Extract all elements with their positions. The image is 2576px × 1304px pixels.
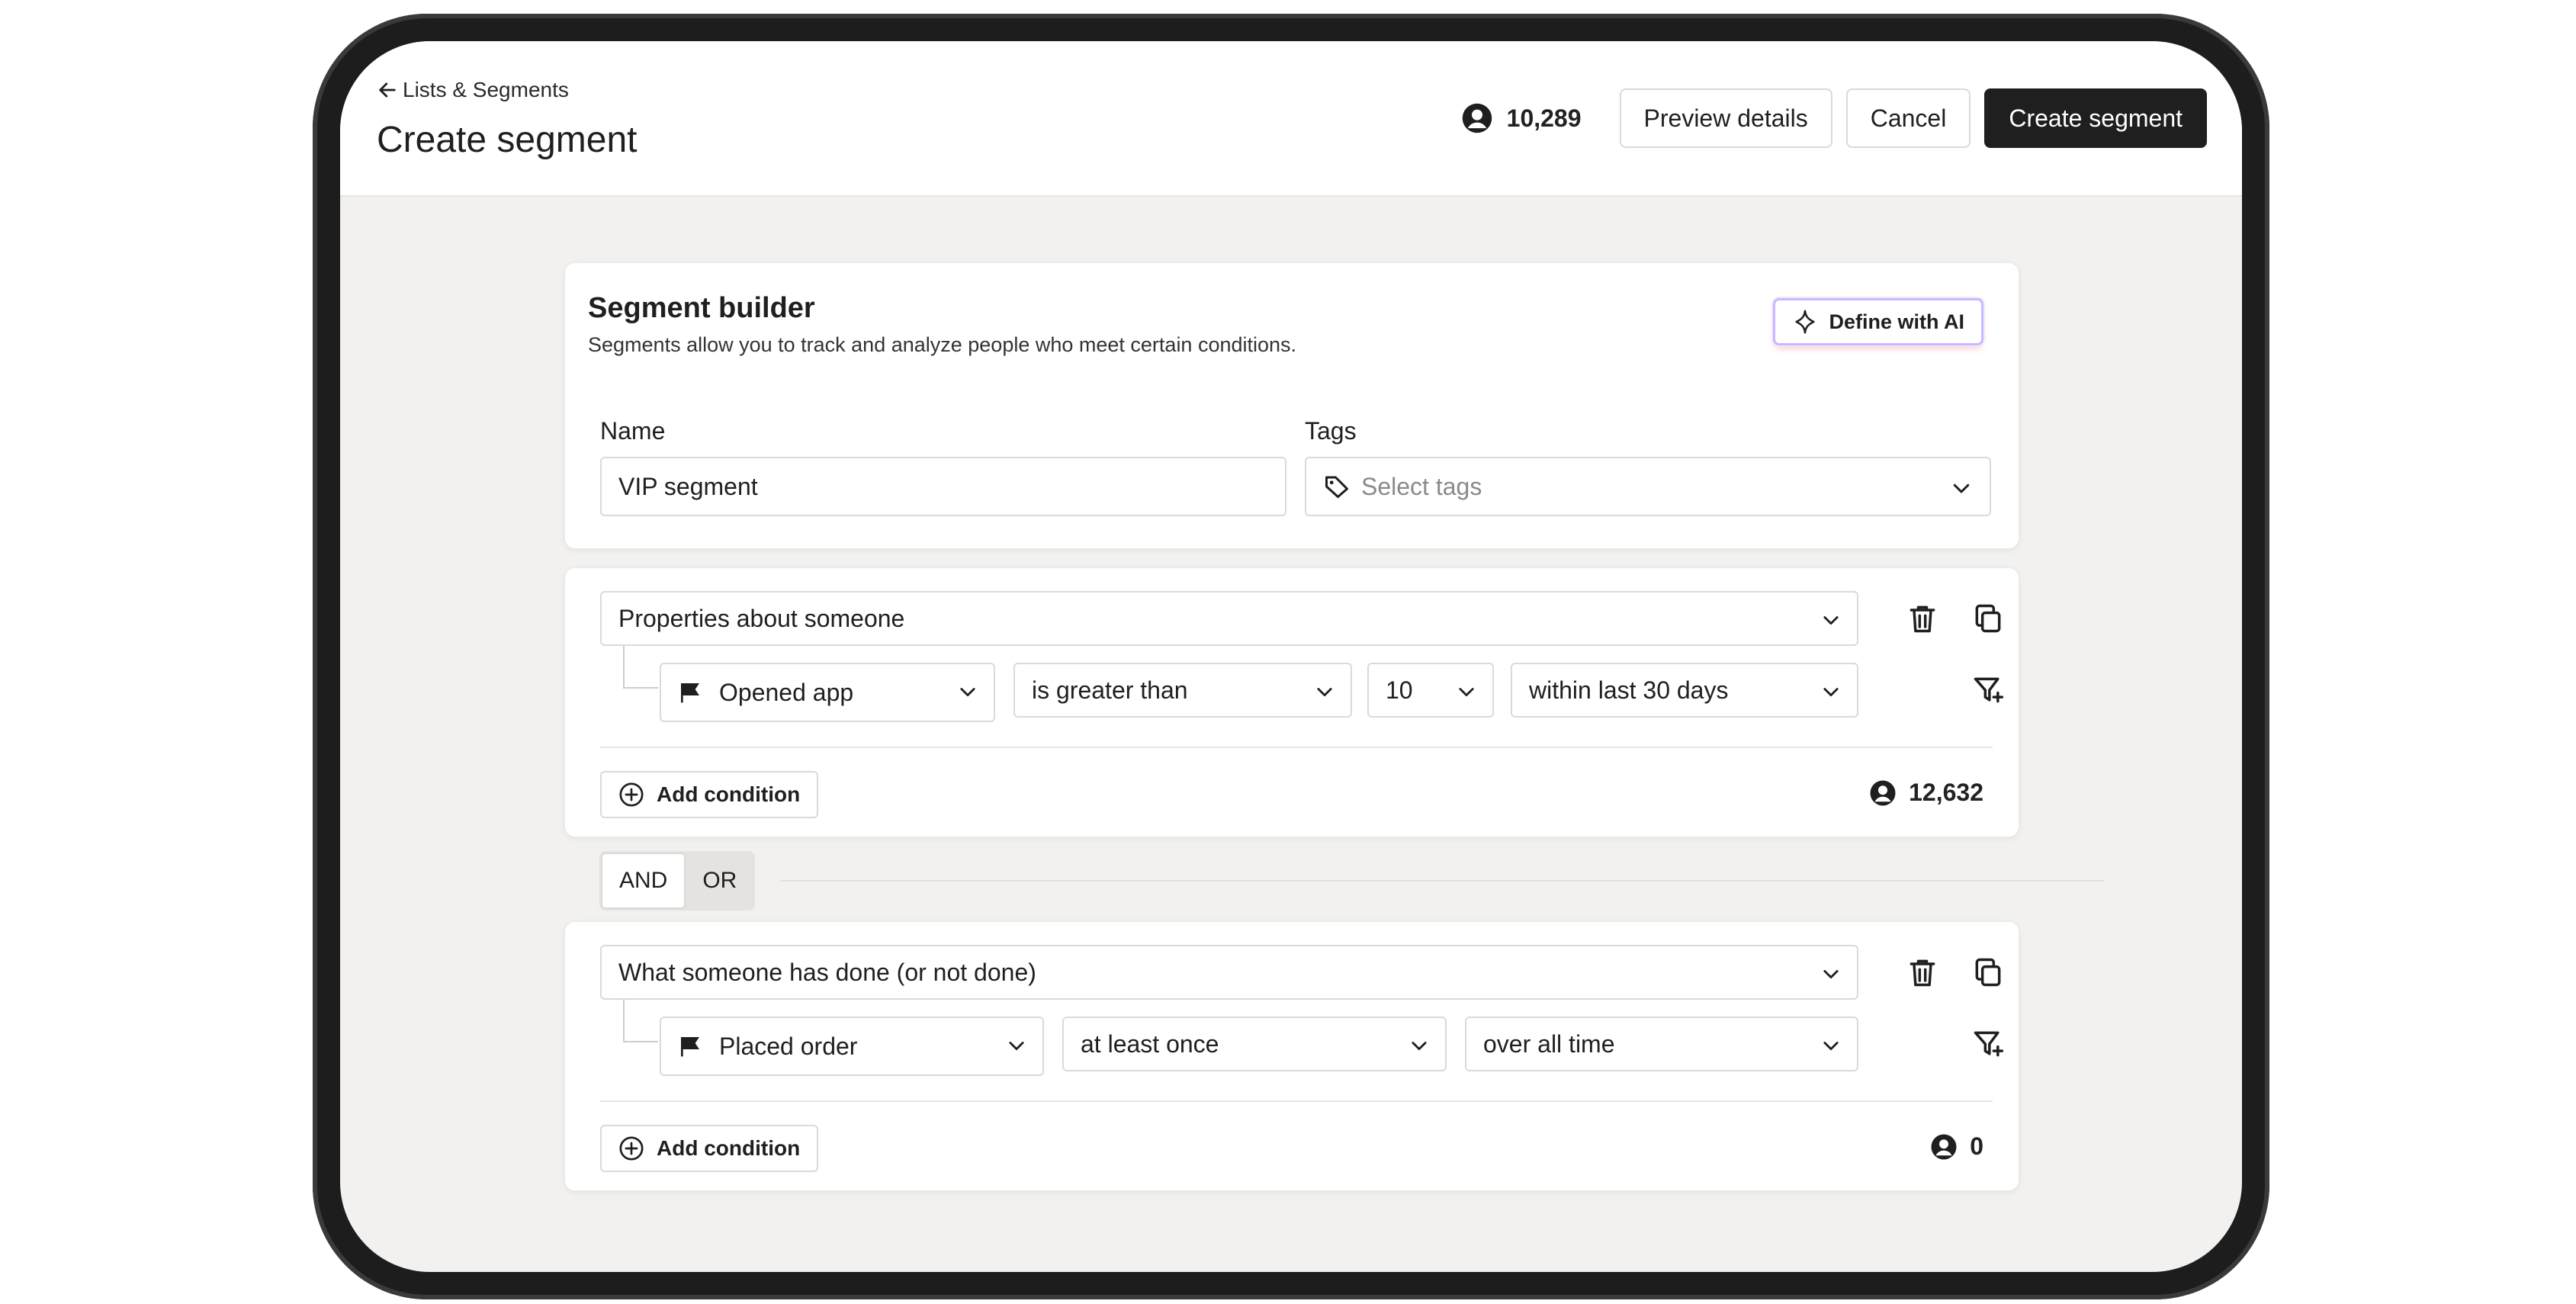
define-with-ai-label: Define with AI [1829,310,1964,333]
condition-type-select[interactable]: What someone has done (or not done) [600,945,1858,1000]
add-condition-label: Add condition [657,782,801,806]
tags-select[interactable]: Select tags [1305,457,1991,516]
chevron-down-icon [1823,1042,1839,1051]
add-condition-button[interactable]: Add condition [600,1125,819,1172]
segment-count-value: 10,289 [1506,104,1582,132]
rule-divider [600,747,1993,748]
tags-placeholder: Select tags [1361,472,1482,500]
person-circle-icon [1462,103,1492,133]
trash-icon[interactable] [1906,956,1939,989]
event-select[interactable]: Placed order [660,1017,1044,1076]
arrow-left-icon [379,82,396,98]
timeframe-select[interactable]: over all time [1465,1017,1858,1071]
name-field-value: VIP segment [618,472,758,500]
chevron-down-icon [1823,688,1839,697]
event-select[interactable]: Opened app [660,663,995,722]
person-circle-icon [1870,780,1896,805]
chevron-down-icon [1953,483,1970,493]
preview-details-button[interactable]: Preview details [1619,88,1832,148]
rule-count: 0 [1930,1132,1983,1161]
header-actions: 10,289 Preview details Cancel Create seg… [1461,88,2207,148]
rule-count-value: 12,632 [1909,779,1983,806]
add-condition-label: Add condition [657,1136,801,1160]
builder-title: Segment builder [588,292,815,324]
tags-label: Tags [1305,417,1357,445]
filter-add-icon[interactable] [1971,673,2005,707]
and-toggle[interactable]: AND [601,853,686,909]
timeframe-value: within last 30 days [1529,676,1729,704]
operator-value: at least once [1081,1029,1219,1058]
operator-select[interactable]: at least once [1062,1017,1447,1071]
trash-icon[interactable] [1906,602,1939,635]
cancel-button[interactable]: Cancel [1845,88,1971,148]
condition-group-2: What someone has done (or not done) Plac… [564,921,2019,1191]
condition-type-value: What someone has done (or not done) [618,958,1036,986]
chevron-down-icon [1317,688,1332,697]
rule-count-value: 0 [1970,1132,1983,1160]
condition-type-value: Properties about someone [618,604,905,632]
condition-group-1: Properties about someone Opened app is g… [564,567,2019,837]
page-header: Lists & Segments Create segment 10,289 P… [340,41,2242,197]
tree-connector [623,1000,658,1042]
copy-icon[interactable] [1971,956,2005,989]
add-condition-button[interactable]: Add condition [600,771,819,818]
app-screen: Lists & Segments Create segment 10,289 P… [340,41,2242,1272]
flag-icon [681,683,699,703]
plus-circle-icon [619,1136,644,1161]
segment-count: 10,289 [1461,102,1582,134]
or-toggle[interactable]: OR [686,853,753,909]
name-field[interactable]: VIP segment [600,457,1286,516]
logic-toggle: AND OR [599,851,756,911]
flag-icon [681,1037,699,1057]
filter-add-icon[interactable] [1971,1027,2005,1061]
chevron-down-icon [1459,688,1474,697]
timeframe-value: over all time [1483,1029,1615,1058]
chevron-down-icon [960,688,975,697]
sparkle-icon [1795,310,1816,334]
tree-connector [623,646,658,689]
chevron-down-icon [1823,970,1839,979]
operator-value: is greater than [1032,676,1188,704]
value-value: 10 [1386,676,1413,704]
event-value: Placed order [719,1032,858,1060]
copy-icon[interactable] [1971,602,2005,635]
plus-circle-icon [619,782,644,807]
page-title: Create segment [377,120,638,160]
value-select[interactable]: 10 [1367,663,1494,718]
condition-type-select[interactable]: Properties about someone [600,591,1858,646]
rule-count: 12,632 [1869,779,1983,807]
name-label: Name [600,417,666,445]
logic-divider [779,880,2105,882]
chevron-down-icon [1009,1042,1024,1051]
define-with-ai-button[interactable]: Define with AI [1773,298,1983,345]
rule-divider [600,1100,1993,1102]
back-link[interactable]: Lists & Segments [377,78,569,102]
segment-builder-card: Segment builder Segments allow you to tr… [564,262,2019,549]
create-segment-button[interactable]: Create segment [1984,88,2207,148]
chevron-down-icon [1412,1042,1427,1051]
person-circle-icon [1931,1134,1957,1159]
operator-select[interactable]: is greater than [1013,663,1352,718]
builder-subtitle: Segments allow you to track and analyze … [588,333,1297,356]
tablet-frame: Lists & Segments Create segment 10,289 P… [313,14,2269,1299]
back-link-label: Lists & Segments [403,78,569,101]
chevron-down-icon [1823,616,1839,625]
tag-icon [1325,476,1348,498]
timeframe-select[interactable]: within last 30 days [1511,663,1858,718]
event-value: Opened app [719,678,854,706]
